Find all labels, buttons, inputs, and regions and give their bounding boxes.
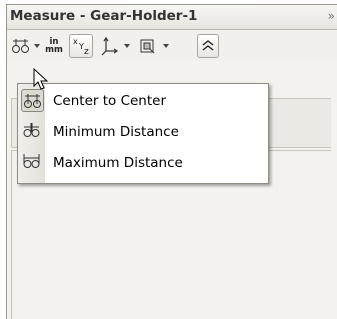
measure-toolbar: in mm x Y z (7, 31, 337, 61)
collapse-icon (202, 40, 214, 51)
chevron-down-icon (34, 44, 40, 48)
distance-mode-dropdown[interactable] (32, 34, 42, 58)
menu-item-center-to-center[interactable]: Center to Center (18, 86, 268, 116)
view-button[interactable] (137, 34, 159, 58)
svg-text:z: z (84, 47, 89, 57)
view-dropdown[interactable] (161, 34, 171, 58)
mouse-cursor-icon (33, 68, 49, 90)
minimum-distance-icon (21, 120, 44, 143)
chevron-down-icon (124, 44, 130, 48)
menu-item-maximum-distance[interactable]: Maximum Distance (18, 148, 268, 178)
chevron-down-icon (163, 44, 169, 48)
units-mm-label: mm (45, 45, 63, 55)
menu-item-minimum-distance[interactable]: Minimum Distance (18, 117, 268, 147)
distance-mode-menu: Center to Center Minimum Distance Maximu… (17, 83, 269, 184)
xyz-icon: x Y z (73, 37, 89, 57)
svg-text:x: x (73, 37, 78, 46)
distance-mode-button[interactable] (10, 34, 32, 58)
window-title: Measure - Gear-Holder-1 (10, 8, 198, 24)
view-icon (140, 39, 155, 54)
menu-item-label: Minimum Distance (53, 124, 179, 140)
distance-mode-icon (12, 39, 29, 53)
collapse-button[interactable] (197, 34, 219, 58)
axis-icon (101, 36, 119, 56)
menu-item-label: Center to Center (53, 93, 167, 109)
menu-item-label: Maximum Distance (53, 155, 183, 171)
close-icon[interactable]: » (328, 9, 335, 23)
axis-dropdown[interactable] (122, 34, 132, 58)
center-to-center-icon (21, 89, 44, 112)
axis-button[interactable] (99, 34, 121, 58)
xyz-button[interactable]: x Y z (69, 34, 93, 58)
units-button[interactable]: in mm (43, 34, 65, 58)
title-bar: Measure - Gear-Holder-1 » (7, 5, 337, 30)
maximum-distance-icon (21, 151, 44, 174)
